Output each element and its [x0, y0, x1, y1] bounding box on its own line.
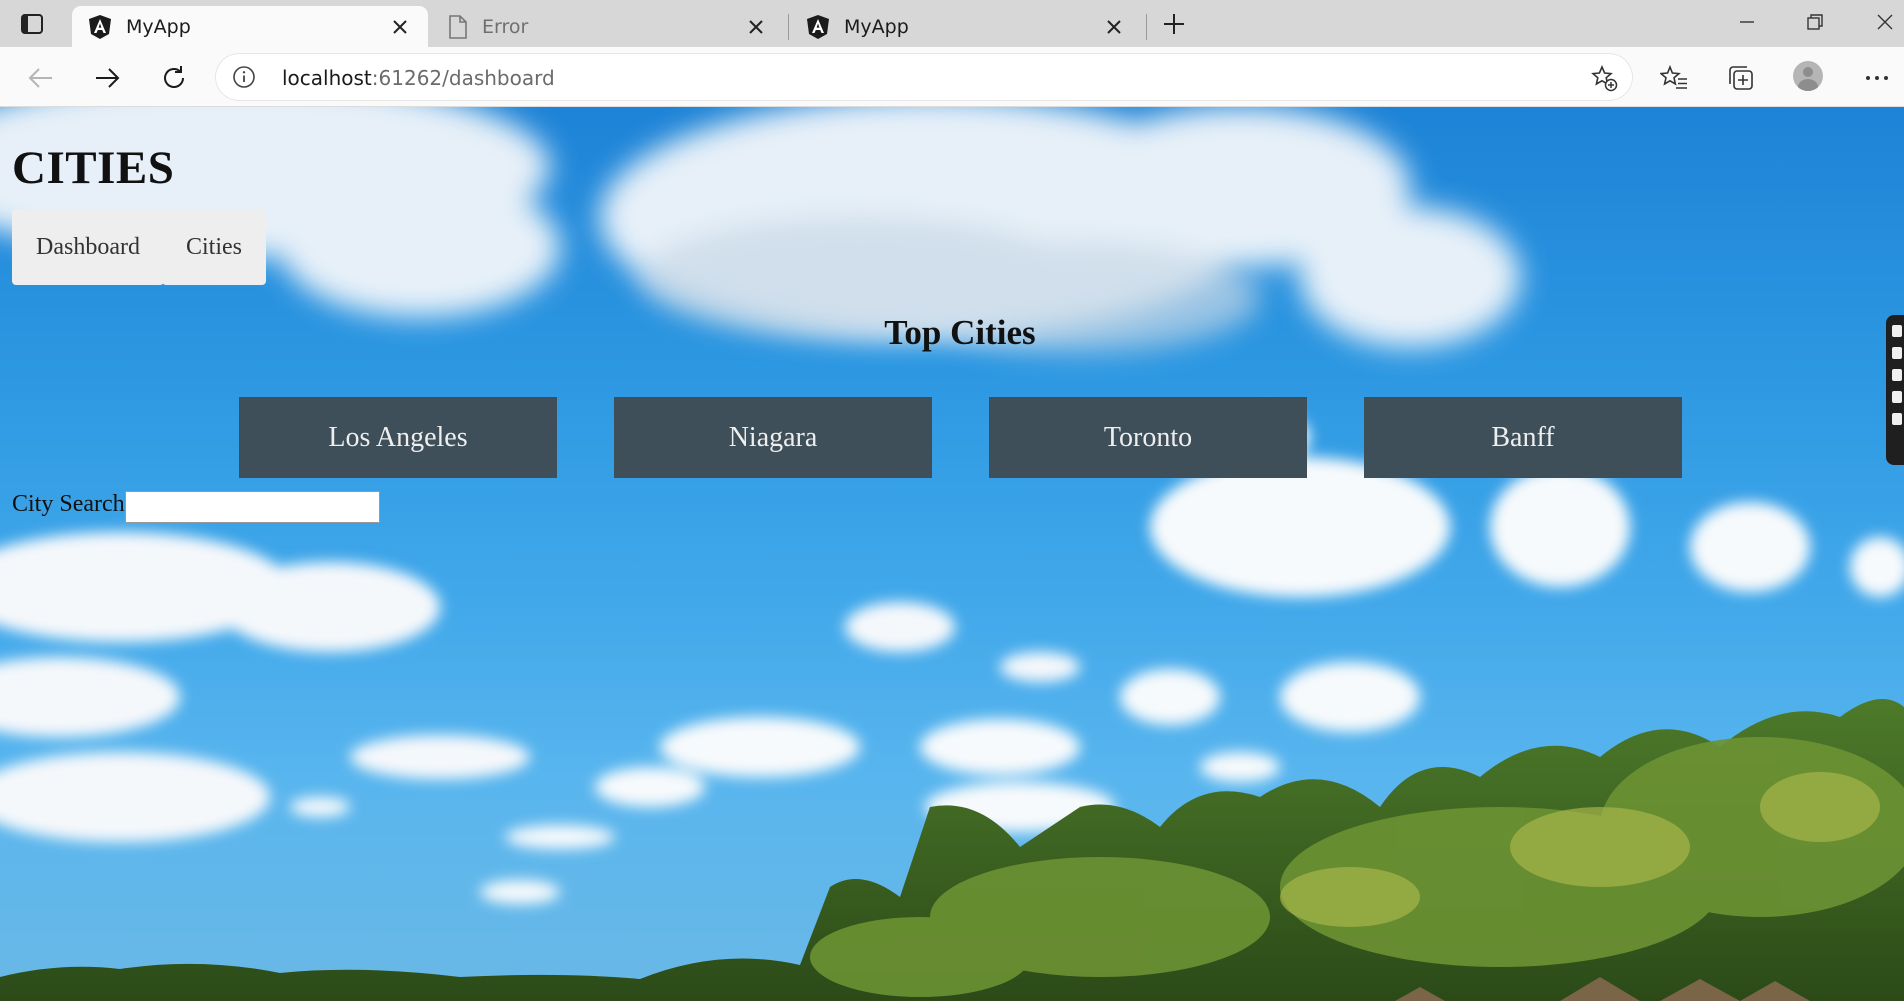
tab-error[interactable]: Error [432, 6, 784, 47]
url-host: localhost [282, 66, 372, 90]
url-text[interactable]: localhost:61262/dashboard [282, 66, 555, 90]
top-cities-heading: Top Cities [884, 313, 1036, 352]
collections-icon [1729, 66, 1753, 90]
close-icon[interactable] [388, 15, 412, 39]
background-photo [0, 107, 1904, 1001]
main-nav: Dashboard Cities [12, 209, 266, 285]
address-bar[interactable]: localhost:61262/dashboard [216, 54, 1632, 100]
tab-separator [1146, 14, 1147, 40]
more-menu-button[interactable] [1860, 61, 1894, 95]
city-card-los-angeles[interactable]: Los Angeles [239, 397, 557, 478]
more-icon [1866, 76, 1888, 80]
close-icon [1877, 14, 1893, 30]
refresh-button[interactable] [157, 61, 191, 95]
restore-icon [1807, 14, 1823, 30]
arrow-right-icon [96, 68, 120, 88]
tab-separator [788, 14, 789, 40]
add-favorite-icon[interactable] [1590, 64, 1618, 92]
close-window-button[interactable] [1868, 6, 1902, 38]
tab-myapp-active[interactable]: MyApp [72, 6, 428, 47]
tab-title: MyApp [126, 15, 191, 38]
info-icon[interactable] [232, 65, 256, 89]
profile-avatar[interactable] [1793, 61, 1823, 91]
city-card-niagara[interactable]: Niagara [614, 397, 932, 478]
tab-myapp[interactable]: MyApp [790, 6, 1142, 47]
new-tab-button[interactable] [1158, 8, 1190, 40]
page-viewport: CITIES Dashboard Cities Top Cities Los A… [0, 107, 1904, 1001]
sidebar-tool-icon[interactable] [1892, 391, 1902, 403]
plus-icon [1164, 14, 1184, 34]
city-search-input[interactable] [125, 491, 380, 523]
restore-button[interactable] [1798, 6, 1832, 38]
forward-button[interactable] [90, 61, 124, 95]
app-title: CITIES [12, 142, 175, 194]
back-button[interactable] [24, 61, 58, 95]
city-search-label: City Search [12, 491, 125, 517]
minimize-icon [1740, 21, 1754, 23]
browser-tab-bar: MyApp Error MyApp [0, 0, 1904, 47]
nav-cities-link[interactable]: Cities [161, 209, 266, 285]
angular-icon [89, 14, 111, 39]
sidebar-tool-icon[interactable] [1892, 369, 1902, 381]
favorites-button[interactable] [1657, 61, 1691, 95]
refresh-icon [164, 66, 184, 88]
angular-icon [807, 14, 829, 39]
city-card-banff[interactable]: Banff [1364, 397, 1682, 478]
arrow-left-icon [28, 68, 52, 88]
nav-dashboard-link[interactable]: Dashboard [12, 209, 164, 285]
close-icon[interactable] [744, 15, 768, 39]
sidebar-tool-icon[interactable] [1892, 325, 1902, 337]
tab-title: Error [482, 15, 529, 38]
url-path: :61262/dashboard [371, 66, 555, 90]
minimize-button[interactable] [1730, 6, 1764, 38]
tab-actions-icon[interactable] [16, 10, 48, 38]
browser-toolbar: localhost:61262/dashboard [0, 47, 1904, 107]
tab-title: MyApp [844, 15, 909, 38]
collections-button[interactable] [1724, 61, 1758, 95]
favorites-icon [1660, 65, 1687, 89]
city-card-toronto[interactable]: Toronto [989, 397, 1307, 478]
close-icon[interactable] [1102, 15, 1126, 39]
sidebar-tool-icon[interactable] [1892, 347, 1902, 359]
page-icon [449, 14, 467, 39]
side-toolbar-strip[interactable] [1886, 315, 1904, 465]
settings-icon[interactable] [1892, 413, 1902, 425]
